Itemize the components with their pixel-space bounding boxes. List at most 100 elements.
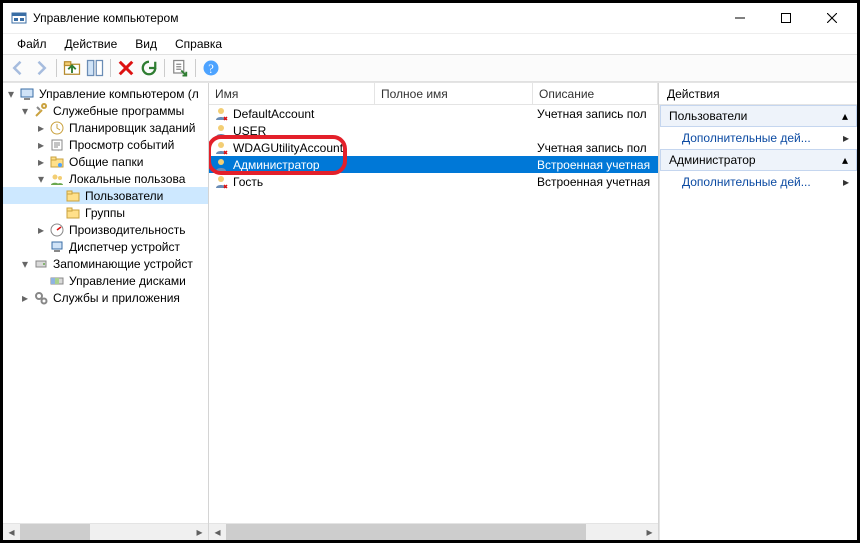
tree-shared-folders[interactable]: ▸ Общие папки [3, 153, 208, 170]
user-icon [213, 123, 229, 139]
expand-icon[interactable]: ▸ [19, 292, 31, 304]
expand-icon[interactable]: ▸ [35, 122, 47, 134]
list-row[interactable]: WDAGUtilityAccount Учетная запись пол [209, 139, 658, 156]
main-area: ▾ Управление компьютером (л ▾ Служебные … [3, 82, 857, 540]
tree-pane: ▾ Управление компьютером (л ▾ Служебные … [3, 83, 209, 540]
perf-icon [49, 222, 65, 238]
collapse-icon[interactable]: ▾ [35, 173, 47, 185]
window-controls [717, 3, 855, 33]
tree-local-users[interactable]: ▾ Локальные пользова [3, 170, 208, 187]
toolbar-separator [195, 59, 196, 77]
scroll-left-button[interactable]: ◂ [3, 524, 20, 540]
col-name[interactable]: Имя [209, 83, 375, 104]
menu-help[interactable]: Справка [167, 35, 230, 53]
computer-icon [19, 86, 35, 102]
actions-pane: Действия Пользователи ▴ Дополнительные д… [659, 83, 857, 540]
minimize-button[interactable] [717, 4, 763, 32]
up-button[interactable] [61, 57, 83, 79]
collapse-icon[interactable]: ▾ [19, 258, 31, 270]
scroll-right-button[interactable]: ▸ [641, 524, 658, 540]
tree-performance[interactable]: ▸ Производительность [3, 221, 208, 238]
tree-system-tools[interactable]: ▾ Служебные программы [3, 102, 208, 119]
tools-icon [33, 103, 49, 119]
chevron-up-icon: ▴ [842, 153, 848, 167]
scroll-thumb[interactable] [20, 524, 90, 540]
col-fullname[interactable]: Полное имя [375, 83, 533, 104]
expand-icon[interactable]: ▸ [35, 156, 47, 168]
disk-icon [49, 273, 65, 289]
folder-icon [65, 188, 81, 204]
show-hide-button[interactable] [84, 57, 106, 79]
storage-icon [33, 256, 49, 272]
users-icon [49, 171, 65, 187]
tree-device-manager[interactable]: Диспетчер устройст [3, 238, 208, 255]
tree-event-viewer[interactable]: ▸ Просмотр событий [3, 136, 208, 153]
chevron-up-icon: ▴ [842, 109, 848, 123]
services-icon [33, 290, 49, 306]
refresh-button[interactable] [138, 57, 160, 79]
column-headers: Имя Полное имя Описание [209, 83, 658, 105]
tree-task-scheduler[interactable]: ▸ Планировщик заданий [3, 119, 208, 136]
device-icon [49, 239, 65, 255]
user-list[interactable]: DefaultAccount Учетная запись пол USER W… [209, 105, 658, 523]
event-icon [49, 137, 65, 153]
window: Управление компьютером Файл Действие Вид… [0, 0, 860, 543]
toolbar: ? [3, 54, 857, 82]
actions-group-admin[interactable]: Администратор ▴ [660, 149, 857, 171]
back-button[interactable] [7, 57, 29, 79]
scrollbar-horizontal[interactable]: ◂ ▸ [209, 523, 658, 540]
clock-icon [49, 120, 65, 136]
actions-group-users[interactable]: Пользователи ▴ [660, 105, 857, 127]
forward-button[interactable] [30, 57, 52, 79]
titlebar: Управление компьютером [3, 3, 857, 34]
expand-icon[interactable]: ▸ [35, 224, 47, 236]
toolbar-separator [164, 59, 165, 77]
collapse-icon[interactable]: ▾ [19, 105, 31, 117]
col-description[interactable]: Описание [533, 83, 658, 104]
shared-folder-icon [49, 154, 65, 170]
scrollbar-horizontal[interactable]: ◂ ▸ [3, 523, 208, 540]
export-button[interactable] [169, 57, 191, 79]
tree-storage[interactable]: ▾ Запоминающие устройст [3, 255, 208, 272]
maximize-button[interactable] [763, 4, 809, 32]
tree-root[interactable]: ▾ Управление компьютером (л [3, 85, 208, 102]
list-row[interactable]: Администратор Встроенная учетная [209, 156, 658, 173]
user-icon [213, 157, 229, 173]
actions-more-users[interactable]: Дополнительные дей... ▸ [660, 127, 857, 149]
tree[interactable]: ▾ Управление компьютером (л ▾ Служебные … [3, 83, 208, 523]
tree-disk-management[interactable]: Управление дисками [3, 272, 208, 289]
tree-services[interactable]: ▸ Службы и приложения [3, 289, 208, 306]
window-title: Управление компьютером [33, 11, 717, 25]
menu-action[interactable]: Действие [57, 35, 126, 53]
actions-more-admin[interactable]: Дополнительные дей... ▸ [660, 171, 857, 193]
list-row[interactable]: USER [209, 122, 658, 139]
user-icon [213, 174, 229, 190]
list-pane: Имя Полное имя Описание DefaultAccount У… [209, 83, 659, 540]
folder-icon [65, 205, 81, 221]
collapse-icon[interactable]: ▾ [5, 88, 17, 100]
list-row[interactable]: DefaultAccount Учетная запись пол [209, 105, 658, 122]
svg-text:?: ? [208, 62, 214, 76]
actions-title: Действия [659, 83, 857, 105]
actions-body: Пользователи ▴ Дополнительные дей... ▸ А… [659, 105, 857, 540]
menu-file[interactable]: Файл [9, 35, 55, 53]
scroll-right-button[interactable]: ▸ [191, 524, 208, 540]
scroll-thumb[interactable] [226, 524, 586, 540]
close-button[interactable] [809, 4, 855, 32]
user-icon [213, 140, 229, 156]
list-row[interactable]: Гость Встроенная учетная [209, 173, 658, 190]
toolbar-separator [110, 59, 111, 77]
user-icon [213, 106, 229, 122]
tree-groups[interactable]: Группы [3, 204, 208, 221]
toolbar-separator [56, 59, 57, 77]
chevron-right-icon: ▸ [843, 175, 849, 189]
scroll-left-button[interactable]: ◂ [209, 524, 226, 540]
tree-users[interactable]: Пользователи [3, 187, 208, 204]
delete-button[interactable] [115, 57, 137, 79]
menubar: Файл Действие Вид Справка [3, 34, 857, 54]
menu-view[interactable]: Вид [127, 35, 165, 53]
expand-icon[interactable]: ▸ [35, 139, 47, 151]
chevron-right-icon: ▸ [843, 131, 849, 145]
app-icon [11, 10, 27, 26]
help-button[interactable]: ? [200, 57, 222, 79]
